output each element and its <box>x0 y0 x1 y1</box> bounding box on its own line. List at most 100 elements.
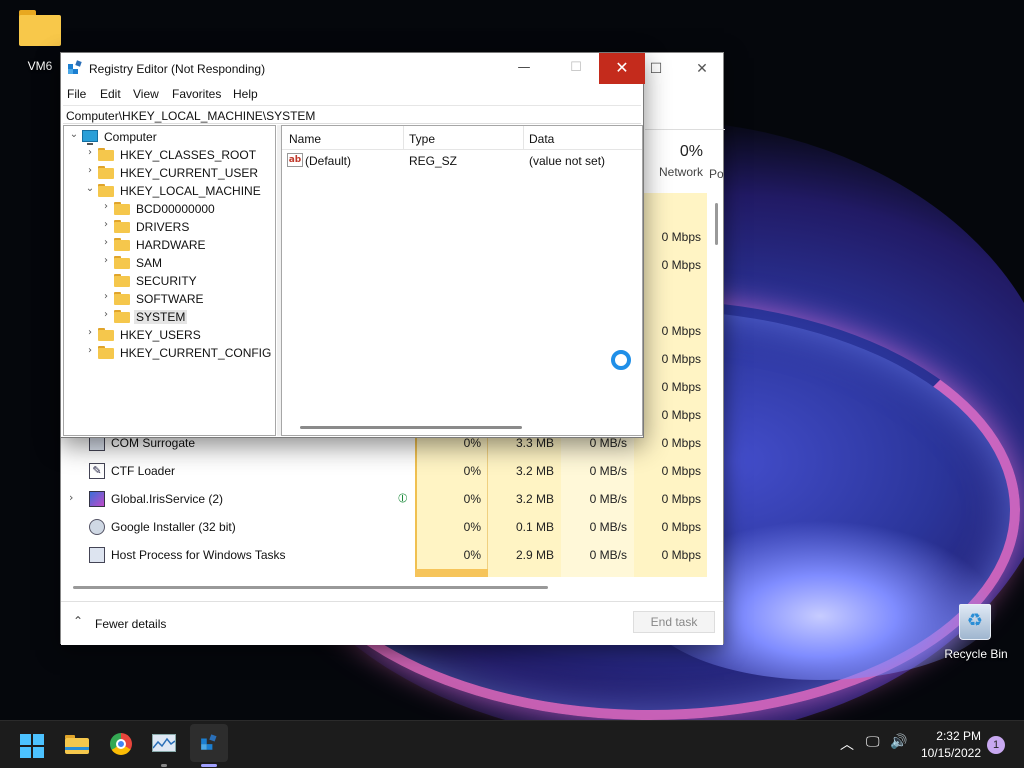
volume-icon[interactable]: 🔊 <box>890 734 907 750</box>
cpu-cell: 0% <box>463 548 481 562</box>
chevron-right-icon[interactable]: › <box>100 255 112 266</box>
chevron-right-icon[interactable]: › <box>100 291 112 302</box>
process-name: Host Process for Windows Tasks <box>111 548 286 562</box>
chevron-up-icon[interactable]: ︿ <box>840 734 854 754</box>
network-cell: 0 Mbps <box>661 436 701 450</box>
desktop-icon-recycle-bin[interactable]: ♻ Recycle Bin <box>940 596 1012 666</box>
end-task-button[interactable]: End task <box>633 611 715 633</box>
chevron-up-icon[interactable]: ⌃ <box>73 614 83 628</box>
iris-service-icon <box>89 491 105 507</box>
menu-edit[interactable]: Edit <box>100 87 121 101</box>
chevron-right-icon[interactable]: › <box>100 309 112 320</box>
network-cell: 0 Mbps <box>661 352 701 366</box>
registry-tree-pane[interactable]: ⌄ Computer › HKEY_CLASSES_ROOT › HKEY_CU… <box>63 125 276 436</box>
folder-icon <box>98 184 114 197</box>
minimize-button[interactable]: — <box>501 53 547 84</box>
folder-icon <box>114 256 130 269</box>
busy-spinner-icon <box>611 350 631 370</box>
address-path: Computer\HKEY_LOCAL_MACHINE\SYSTEM <box>66 109 316 123</box>
disk-cell: 0 MB/s <box>589 520 627 534</box>
maximize-button[interactable]: ☐ <box>553 53 599 84</box>
close-button[interactable]: ✕ <box>599 53 645 84</box>
memory-cell: 3.3 MB <box>515 436 554 450</box>
cpu-cell: 0% <box>463 436 481 450</box>
chevron-down-icon[interactable]: ⌄ <box>84 183 96 194</box>
tree-item-label: HKEY_CLASSES_ROOT <box>120 148 257 162</box>
folder-icon <box>114 310 130 323</box>
list-item[interactable]: ab (Default) REG_SZ (value not set) <box>282 152 642 170</box>
menu-file[interactable]: File <box>67 87 86 101</box>
list-header: Name Type Data <box>282 126 642 150</box>
network-column-header[interactable]: 0% Network <box>639 143 703 179</box>
cpu-cell: 0% <box>463 464 481 478</box>
table-row[interactable]: ✎ CTF Loader 0% 3.2 MB 0 MB/s 0 Mbps <box>61 457 708 485</box>
process-name: CTF Loader <box>111 464 176 478</box>
table-row[interactable]: › Global.IrisService (2) ⦶ 0% 3.2 MB 0 M… <box>61 485 708 513</box>
disk-cell: 0 MB/s <box>589 548 627 562</box>
folder-icon <box>114 238 130 251</box>
chrome-icon[interactable] <box>105 728 137 760</box>
table-row[interactable]: Host Process for Windows Tasks 0% 2.9 MB… <box>61 541 708 569</box>
chevron-right-icon[interactable]: › <box>84 165 96 176</box>
vertical-scrollbar[interactable] <box>715 203 718 245</box>
menu-bar: File Edit View Favorites Help <box>61 84 643 104</box>
folder-icon <box>114 292 130 305</box>
process-name: COM Surrogate <box>111 436 196 450</box>
table-row[interactable]: Google Installer (32 bit) 0% 0.1 MB 0 MB… <box>61 513 708 541</box>
horizontal-scrollbar[interactable] <box>300 426 522 429</box>
file-explorer-icon[interactable] <box>61 728 93 760</box>
cpu-cell: 0% <box>463 492 481 506</box>
start-button-icon[interactable] <box>20 734 44 758</box>
app-window-icon <box>89 547 105 563</box>
registry-editor-titlebar[interactable]: Registry Editor (Not Responding) — ☐ ✕ <box>61 53 645 84</box>
clock[interactable]: 2:32 PM 10/15/2022 <box>915 729 981 760</box>
folder-icon <box>98 346 114 359</box>
chevron-right-icon[interactable]: › <box>84 345 96 356</box>
chevron-right-icon[interactable]: › <box>100 201 112 212</box>
chevron-down-icon[interactable]: ⌄ <box>68 129 80 140</box>
disk-cell: 0 MB/s <box>589 436 627 450</box>
chevron-right-icon[interactable]: › <box>84 147 96 158</box>
folder-icon <box>114 202 130 215</box>
active-indicator <box>201 764 217 767</box>
performance-monitor-icon[interactable] <box>148 728 180 760</box>
tree-item-label: HKEY_CURRENT_CONFIG <box>120 346 272 360</box>
chevron-right-icon[interactable]: › <box>100 219 112 230</box>
tree-item-label: SAM <box>136 256 163 270</box>
power-column-header[interactable]: Po <box>709 163 725 181</box>
tree-item-label: HKEY_LOCAL_MACHINE <box>120 184 261 198</box>
network-cell: 0 Mbps <box>661 520 701 534</box>
menu-help[interactable]: Help <box>233 87 258 101</box>
network-cell: 0 Mbps <box>661 258 701 272</box>
network-icon[interactable]: 🖵 <box>866 734 880 750</box>
process-name: Google Installer (32 bit) <box>111 520 236 534</box>
clock-date: 10/15/2022 <box>920 746 981 760</box>
efficiency-leaf-icon: ⦶ <box>398 491 408 506</box>
notification-badge[interactable]: 1 <box>987 736 1005 754</box>
chevron-right-icon[interactable]: › <box>100 237 112 248</box>
column-header-type[interactable]: Type <box>409 132 435 146</box>
horizontal-scrollbar[interactable] <box>73 586 548 589</box>
column-header-name[interactable]: Name <box>289 132 321 146</box>
expand-chevron-icon[interactable]: › <box>69 491 73 504</box>
network-cell: 0 Mbps <box>661 492 701 506</box>
running-indicator <box>161 764 167 767</box>
fewer-details-link[interactable]: Fewer details <box>95 617 166 631</box>
memory-cell: 0.1 MB <box>515 520 554 534</box>
folder-icon <box>98 328 114 341</box>
window-title: Registry Editor (Not Responding) <box>89 62 266 76</box>
network-cell: 0 Mbps <box>661 324 701 338</box>
value-name: (Default) <box>305 154 352 168</box>
tree-item-label: SYSTEM <box>134 310 188 324</box>
disk-cell: 0 MB/s <box>589 464 627 478</box>
registry-values-pane[interactable]: Name Type Data ab (Default) REG_SZ (valu… <box>281 125 643 436</box>
menu-favorites[interactable]: Favorites <box>172 87 221 101</box>
close-button[interactable]: ✕ <box>679 57 725 83</box>
menu-view[interactable]: View <box>133 87 159 101</box>
address-bar[interactable]: Computer\HKEY_LOCAL_MACHINE\SYSTEM <box>63 105 641 124</box>
network-cell: 0 Mbps <box>661 464 701 478</box>
tree-item-label: SECURITY <box>136 274 197 288</box>
chevron-right-icon[interactable]: › <box>84 327 96 338</box>
registry-editor-taskbar-icon[interactable] <box>190 724 228 762</box>
column-header-data[interactable]: Data <box>529 132 554 146</box>
